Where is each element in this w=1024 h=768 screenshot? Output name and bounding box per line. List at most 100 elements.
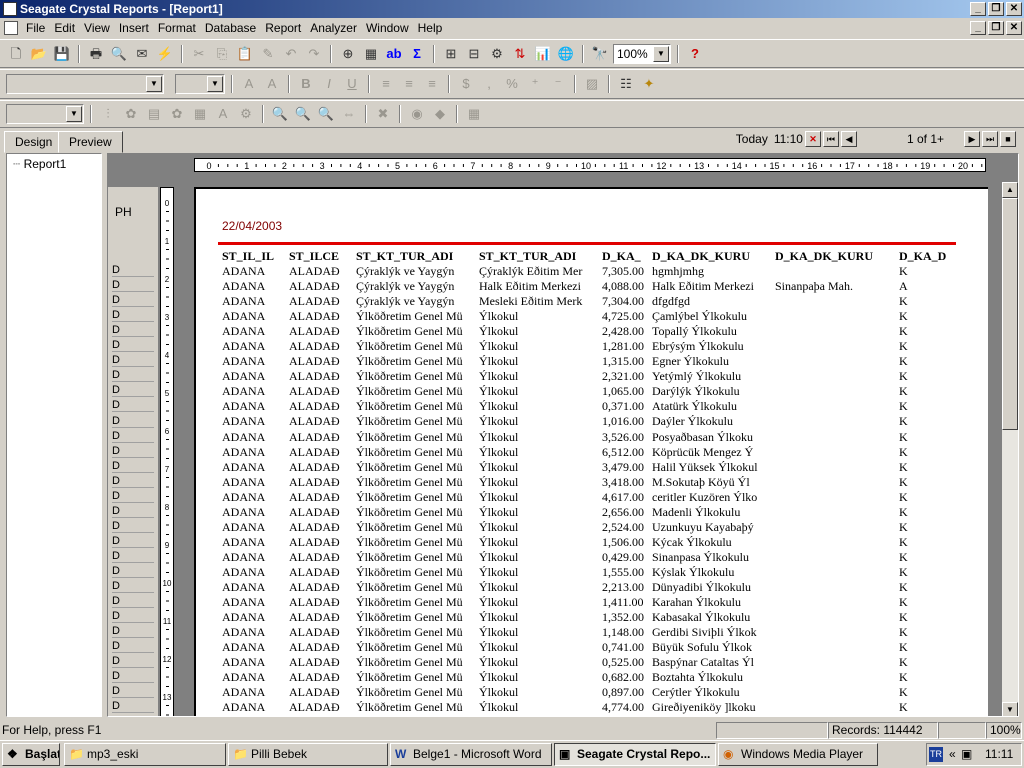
table-row[interactable]: ADANA ALADAĐ Ýlköðretim Genel Mü Ýlkokul 1,1… xyxy=(222,625,957,640)
column-header[interactable]: ST_KT_TUR_ADI xyxy=(356,248,479,264)
insert-line-icon[interactable]: ⫶ xyxy=(98,104,118,124)
menu-database[interactable]: Database xyxy=(203,18,263,38)
scroll-down-icon[interactable]: ▼ xyxy=(1002,702,1018,716)
table-row[interactable]: ADANA ALADAĐ Ýlköðretim Genel Mü Ýlkokul 4,6… xyxy=(222,490,957,505)
zoom-in-icon[interactable]: 🔍 xyxy=(293,104,313,124)
menu-view[interactable]: View xyxy=(82,18,117,38)
insert-crosstab-icon[interactable]: ▦ xyxy=(190,104,210,124)
delete-icon[interactable]: ✖ xyxy=(373,104,393,124)
select-expert-icon[interactable]: ⚙ xyxy=(487,44,507,64)
app-icon[interactable] xyxy=(3,2,17,16)
help-icon[interactable]: ? xyxy=(685,44,705,64)
thousands-icon[interactable]: , xyxy=(479,74,499,94)
section-label-detail[interactable]: D xyxy=(112,504,154,518)
section-label-detail[interactable]: D xyxy=(112,444,154,458)
first-page-icon[interactable]: ⏮ xyxy=(822,131,839,147)
section-label-detail[interactable]: D xyxy=(112,278,154,293)
align-center-icon[interactable]: ≡ xyxy=(399,74,419,94)
arrange-icon[interactable]: ◆ xyxy=(430,104,450,124)
text-object-icon[interactable]: A xyxy=(213,104,233,124)
table-row[interactable]: ADANA ALADAĐ Ýlköðretim Genel Mü Ýlkokul 3,4… xyxy=(222,460,957,475)
section-label-detail[interactable]: D xyxy=(112,338,154,353)
column-header[interactable]: ST_ILCE xyxy=(289,248,356,264)
menu-report[interactable]: Report xyxy=(263,18,308,38)
table-row[interactable]: ADANA ALADAĐ Ýlköðretim Genel Mü Ýlkokul 0,8… xyxy=(222,685,957,700)
last-page-icon[interactable]: ⏭ xyxy=(982,131,998,147)
section-label-detail[interactable]: D xyxy=(112,429,154,443)
task-word[interactable]: W Belge1 - Microsoft Word xyxy=(390,743,552,766)
decrease-decimal-icon[interactable]: ⁻ xyxy=(548,74,568,94)
section-label-detail[interactable]: D xyxy=(112,383,154,398)
table-row[interactable]: ADANA ALADAĐ Ýlköðretim Genel Mü Ýlkokul 1,4… xyxy=(222,595,957,610)
menu-window[interactable]: Window xyxy=(364,18,416,38)
print-icon[interactable]: 🖶 xyxy=(86,44,106,64)
section-label-detail[interactable]: D xyxy=(112,594,154,609)
align-left-icon[interactable]: ≡ xyxy=(376,74,396,94)
table-row[interactable]: ADANA ALADAĐ Çýraklýk ve Yaygýn Mesleki Eði… xyxy=(222,294,957,309)
table-row[interactable]: ADANA ALADAĐ Ýlköðretim Genel Mü Ýlkokul 0,7… xyxy=(222,640,957,655)
fit-width-icon[interactable]: ⇔ xyxy=(339,104,359,124)
zoom-combo[interactable]: 100% ▼ xyxy=(613,43,671,64)
section-label-detail[interactable]: D xyxy=(112,459,154,473)
currency-icon[interactable]: $ xyxy=(456,74,476,94)
refresh-icon[interactable]: ⚡ xyxy=(155,44,175,64)
increase-decimal-icon[interactable]: ⁺ xyxy=(525,74,545,94)
task-crystal-reports[interactable]: ▣ Seagate Crystal Repo... xyxy=(554,743,716,766)
tree-item-report1[interactable]: ┄ Report1 xyxy=(13,157,66,171)
new-icon[interactable]: 🗋 xyxy=(6,44,26,64)
decrease-font-icon[interactable]: A xyxy=(262,74,282,94)
zoom-icon[interactable]: 🔍 xyxy=(270,104,290,124)
insert-subreport-icon[interactable]: ⊟ xyxy=(464,44,484,64)
scroll-thumb[interactable] xyxy=(1002,198,1018,430)
close-view-icon[interactable]: ✕ xyxy=(804,131,821,147)
column-header[interactable]: ST_IL_IL xyxy=(222,248,289,264)
scroll-up-icon[interactable]: ▲ xyxy=(1002,182,1018,198)
insert-ole-icon[interactable]: ✿ xyxy=(167,104,187,124)
menu-insert[interactable]: Insert xyxy=(117,18,156,38)
section-label-detail[interactable]: D xyxy=(112,684,154,699)
section-label-detail[interactable]: D xyxy=(112,579,154,594)
section-label-detail[interactable]: D xyxy=(112,308,154,323)
summary-icon[interactable]: Σ xyxy=(407,44,427,64)
section-label-detail[interactable]: D xyxy=(112,368,154,383)
document-icon[interactable] xyxy=(4,21,18,35)
font-name-combo[interactable]: ▼ xyxy=(6,74,164,94)
italic-icon[interactable]: I xyxy=(319,74,339,94)
underline-icon[interactable]: U xyxy=(342,74,362,94)
prev-page-icon[interactable]: ◀ xyxy=(840,131,857,147)
restore-button[interactable]: ❐ xyxy=(988,2,1004,16)
chevron-down-icon[interactable]: ▼ xyxy=(146,76,162,92)
insert-picture-icon[interactable]: ▤ xyxy=(144,104,164,124)
section-label-detail[interactable]: D xyxy=(112,414,154,428)
section-label-detail[interactable]: D xyxy=(112,639,154,654)
minimize-button[interactable]: _ xyxy=(970,2,986,16)
section-label-detail[interactable]: D xyxy=(112,293,154,308)
chart-icon[interactable]: 📊 xyxy=(533,44,553,64)
task-mp3-eski[interactable]: 📁 mp3_eski xyxy=(64,743,226,766)
insert-box-icon[interactable]: ✿ xyxy=(121,104,141,124)
column-header[interactable]: D_KA_D xyxy=(899,248,957,264)
section-label-detail[interactable]: D xyxy=(112,534,154,548)
menu-help[interactable]: Help xyxy=(416,18,450,38)
section-label-detail[interactable]: D xyxy=(112,263,154,277)
open-icon[interactable]: 📂 xyxy=(29,44,49,64)
table-row[interactable]: ADANA ALADAĐ Ýlköðretim Genel Mü Ýlkokul 1,5… xyxy=(222,565,957,580)
suppress-icon[interactable]: ▨ xyxy=(582,74,602,94)
table-row[interactable]: ADANA ALADAĐ Ýlköðretim Genel Mü Ýlkokul 1,2… xyxy=(222,339,957,354)
chevron-left-icon[interactable]: « xyxy=(949,744,956,765)
section-label-detail[interactable]: D xyxy=(112,699,154,714)
section-label-detail[interactable]: D xyxy=(112,398,154,413)
sort-icon[interactable]: ⇅ xyxy=(510,44,530,64)
doc-restore-button[interactable]: ❐ xyxy=(988,21,1004,35)
section-label-detail[interactable]: D xyxy=(112,564,154,578)
format-painter-icon[interactable]: ✎ xyxy=(258,44,278,64)
tab-preview[interactable]: Preview xyxy=(58,131,123,153)
section-label-detail[interactable]: D xyxy=(112,624,154,639)
section-label-detail[interactable]: D xyxy=(112,549,154,563)
table-row[interactable]: ADANA ALADAĐ Ýlköðretim Genel Mü Ýlkokul 2,6… xyxy=(222,505,957,520)
section-label-detail[interactable]: D xyxy=(112,489,154,503)
percent-icon[interactable]: % xyxy=(502,74,522,94)
bold-icon[interactable]: B xyxy=(296,74,316,94)
chevron-down-icon[interactable]: ▼ xyxy=(207,76,223,92)
section-label-detail[interactable]: D xyxy=(112,519,154,533)
